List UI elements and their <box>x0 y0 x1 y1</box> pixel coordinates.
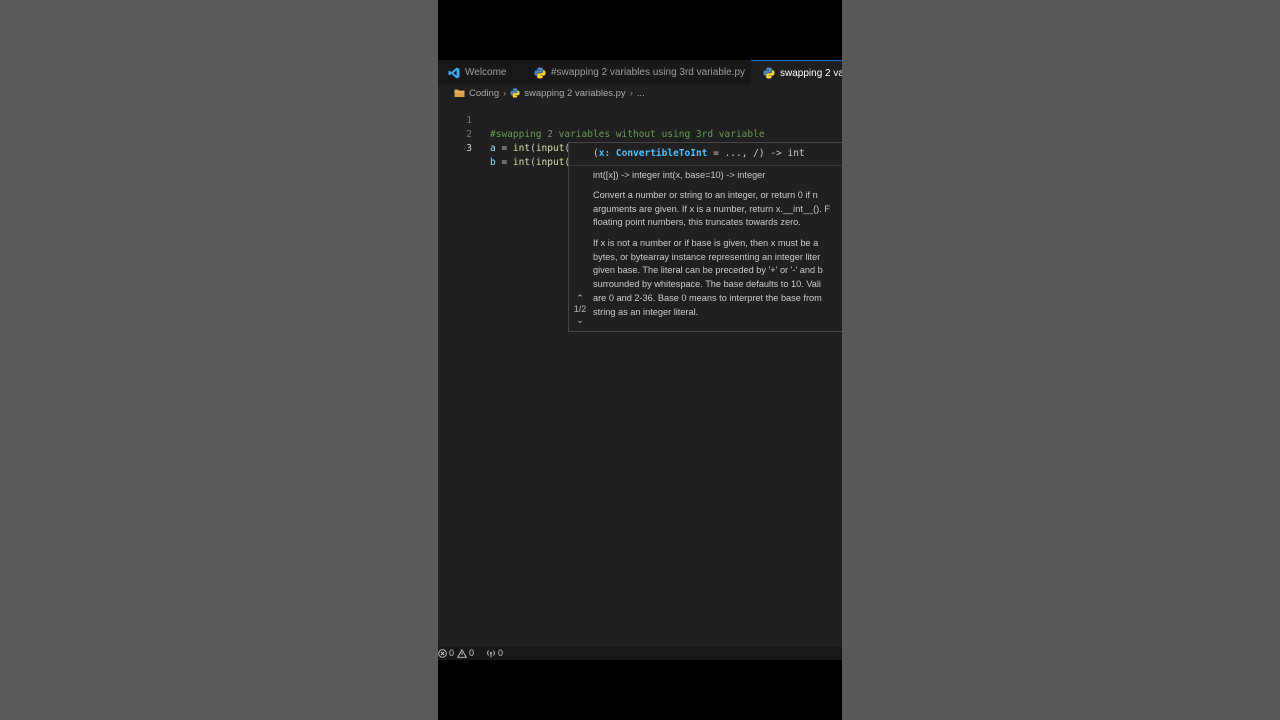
code-line[interactable]: 2 a = int(input("Enter any number:")) <box>438 114 842 154</box>
python-icon <box>510 88 520 98</box>
overload-counter: 1/2 <box>573 304 587 314</box>
code-editor-window: Welcome #swapping 2 variables using 3rd … <box>438 60 842 660</box>
code-line[interactable]: 3 b = int(input()) <box>438 128 842 168</box>
problems-status[interactable]: 0 0 <box>438 648 474 658</box>
ports-count: 0 <box>498 648 504 658</box>
overload-navigator: ⌃ 1/2 ⌄ <box>571 293 589 325</box>
python-icon <box>534 67 546 79</box>
status-bar: 0 0 0 <box>438 646 842 660</box>
line-number: 3 <box>466 143 472 154</box>
signature-rest: = ..., /) -> int <box>707 148 805 159</box>
doc-paragraph-1: int([x]) -> integer int(x, base=10) -> i… <box>593 170 766 180</box>
error-icon <box>438 648 447 658</box>
vscode-icon <box>448 67 460 79</box>
breadcrumb: Coding › swapping 2 variables.py › ... <box>454 87 645 99</box>
breadcrumb-folder[interactable]: Coding <box>469 88 499 99</box>
signature-active-param: x: ConvertibleToInt <box>598 148 708 159</box>
background-left <box>0 0 438 720</box>
chevron-right-icon: › <box>629 87 633 99</box>
python-icon <box>763 67 775 79</box>
chevron-right-icon: › <box>503 87 507 99</box>
ports-status[interactable]: 0 <box>486 648 503 658</box>
code-line[interactable]: 1 #swapping 2 variables without using 3r… <box>438 100 842 140</box>
divider <box>569 165 842 166</box>
tab-label: Welcome <box>465 67 507 78</box>
breadcrumb-file[interactable]: swapping 2 variables.py <box>524 88 625 99</box>
breadcrumb-more[interactable]: ... <box>637 88 645 99</box>
tab-swapping-using-3rd-variable[interactable]: #swapping 2 variables using 3rd variable… <box>526 60 751 85</box>
broadcast-icon <box>487 649 495 657</box>
tab-label: #swapping 2 variables using 3rd variable… <box>551 67 746 78</box>
tab-welcome[interactable]: Welcome <box>438 60 526 85</box>
doc-paragraph-2: Convert a number or string to an integer… <box>593 190 830 228</box>
warning-count: 0 <box>469 648 475 658</box>
error-count: 0 <box>449 648 455 658</box>
video-frame: Welcome #swapping 2 variables using 3rd … <box>438 0 842 720</box>
folder-icon <box>454 88 465 98</box>
signature-line: (x: ConvertibleToInt = ..., /) -> int <box>593 148 805 159</box>
code-area[interactable]: 1 #swapping 2 variables without using 3r… <box>438 100 842 168</box>
tab-swapping-2-variables[interactable]: swapping 2 vari <box>751 60 842 85</box>
background-right <box>842 0 1280 720</box>
doc-paragraph-3: If x is not a number or if base is given… <box>593 238 823 317</box>
warning-icon <box>457 648 468 658</box>
signature-help-popup: (x: ConvertibleToInt = ..., /) -> int in… <box>568 142 842 332</box>
chevron-down-icon[interactable]: ⌄ <box>571 315 589 325</box>
tab-label: swapping 2 vari <box>780 67 842 79</box>
editor-tab-bar: Welcome #swapping 2 variables using 3rd … <box>438 60 842 85</box>
chevron-up-icon[interactable]: ⌃ <box>571 293 589 303</box>
